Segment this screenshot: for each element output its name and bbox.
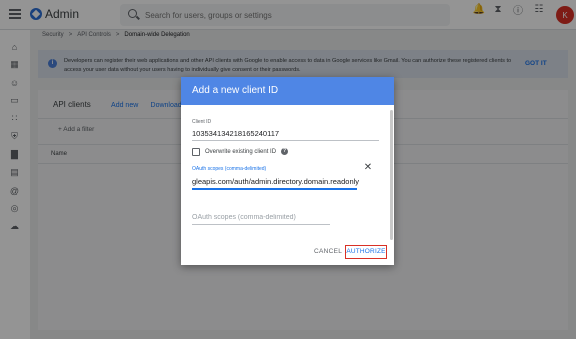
- cancel-button[interactable]: CANCEL: [314, 248, 342, 255]
- remove-scope-icon[interactable]: ✕: [363, 163, 373, 173]
- authorize-button[interactable]: AUTHORIZE: [345, 245, 387, 259]
- dialog-title: Add a new client ID: [192, 85, 279, 96]
- scopes-label: OAuth scopes (comma-delimited): [192, 166, 267, 172]
- scopes-underline: [192, 188, 357, 190]
- client-id-underline: [192, 140, 379, 141]
- dialog-header: Add a new client ID: [181, 77, 394, 105]
- scopes-input-empty[interactable]: [192, 211, 332, 223]
- scopes-input[interactable]: [192, 175, 359, 187]
- overwrite-label: Overwrite existing client ID: [205, 149, 277, 155]
- scopes-empty-underline: [192, 224, 330, 225]
- dialog-scrollbar[interactable]: [390, 110, 393, 240]
- add-client-dialog: Add a new client ID Client ID 1035341342…: [181, 77, 394, 265]
- client-id-label: Client ID: [192, 119, 212, 125]
- help-icon[interactable]: ?: [281, 148, 288, 155]
- client-id-field[interactable]: 103534134218165240117: [192, 129, 279, 138]
- overwrite-checkbox[interactable]: [192, 148, 200, 156]
